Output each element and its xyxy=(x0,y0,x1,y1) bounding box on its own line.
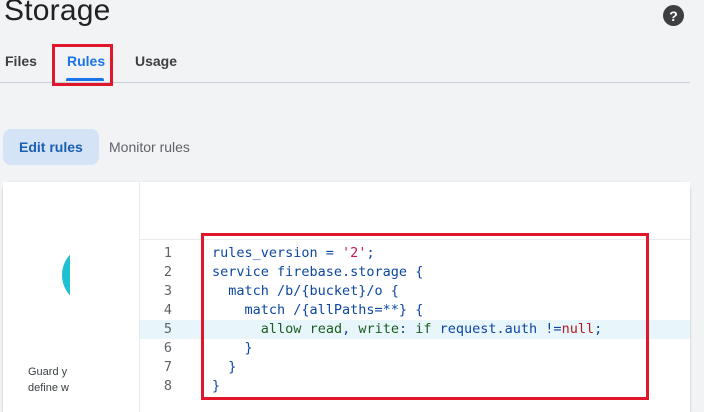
tab-files[interactable]: Files xyxy=(5,53,37,69)
side-panel: Guard y define w xyxy=(3,182,71,412)
side-text-line-2: define w xyxy=(28,382,69,394)
editor-toolbar xyxy=(140,182,690,240)
line-number: 6 xyxy=(163,340,172,356)
line-number: 7 xyxy=(163,359,172,375)
line-number: 2 xyxy=(163,264,172,280)
line-number: 4 xyxy=(163,302,172,318)
help-glyph: ? xyxy=(669,7,678,24)
line-number: 5 xyxy=(163,321,172,337)
history-panel xyxy=(70,182,140,412)
side-text-line-1: Guard y xyxy=(28,366,68,378)
edit-rules-button[interactable]: Edit rules xyxy=(3,129,99,165)
page-title: Storage xyxy=(4,0,111,27)
line-number: 3 xyxy=(163,283,172,299)
side-panel-text: Guard y define w xyxy=(28,364,69,396)
help-icon[interactable]: ? xyxy=(663,5,684,26)
rules-tab-highlight-box xyxy=(52,44,113,86)
code-highlight-box xyxy=(201,233,649,400)
line-number: 8 xyxy=(163,378,172,394)
monitor-rules-button[interactable]: Monitor rules xyxy=(93,129,206,165)
line-number: 1 xyxy=(163,245,172,261)
tab-usage[interactable]: Usage xyxy=(135,53,177,69)
